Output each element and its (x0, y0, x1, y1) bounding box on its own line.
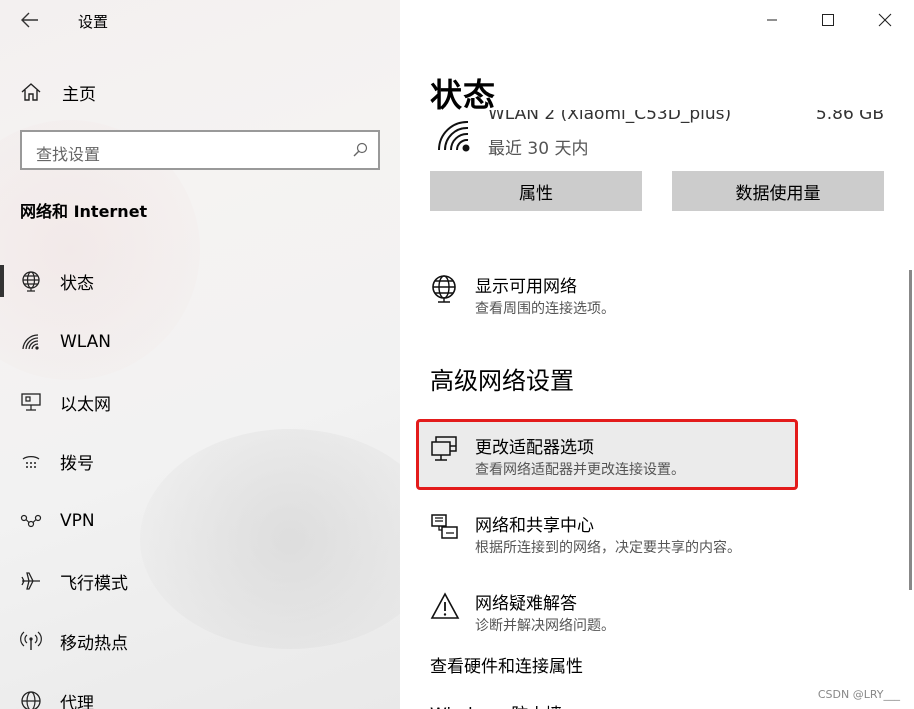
search-input[interactable]: 查找设置 (36, 141, 100, 165)
sidebar-item-label: WLAN (60, 332, 112, 352)
airplane-icon (20, 570, 42, 592)
globe-icon (20, 690, 42, 709)
sidebar-item-dialup[interactable]: 拨号 (0, 439, 400, 483)
show-available-networks[interactable]: 显示可用网络 查看周围的连接选项。 (430, 272, 890, 332)
network-status-row: WLAN 2 (Xiaomi_C53D_plus) 5.86 GB 最近 30 … (430, 110, 910, 164)
sidebar-item-label: VPN (60, 511, 95, 531)
data-usage-button[interactable]: 数据使用量 (672, 171, 884, 211)
network-sharing-center[interactable]: 网络和共享中心 根据所连接到的网络，决定要共享的内容。 (430, 511, 890, 571)
maximize-button[interactable] (813, 6, 843, 34)
sidebar-item-label: 状态 (60, 273, 94, 294)
sidebar-item-label: 代理 (60, 693, 94, 709)
adapter-options-desc: 查看网络适配器并更改连接设置。 (475, 462, 685, 478)
maximize-icon (822, 14, 834, 26)
change-adapter-options[interactable]: 更改适配器选项 查看网络适配器并更改连接设置。 (430, 433, 890, 493)
globe-icon (20, 270, 42, 292)
search-box[interactable]: 查找设置 (20, 130, 380, 170)
sharing-center-title: 网络和共享中心 (475, 516, 594, 536)
network-usage: 5.86 GB (815, 110, 884, 124)
sidebar-item-airplane-mode[interactable]: 飞行模式 (0, 559, 400, 603)
firewall-link[interactable]: Windows 防火墙 (430, 700, 562, 709)
hotspot-icon (20, 630, 42, 652)
home-label: 主页 (62, 84, 96, 105)
sharing-center-icon (430, 513, 460, 543)
vpn-icon (20, 510, 42, 532)
warning-icon (430, 591, 460, 621)
content-pane: 状态 WLAN 2 (Xiaomi_C53D_plus) 5.86 GB 最近 … (400, 0, 914, 709)
show-networks-title: 显示可用网络 (475, 277, 577, 297)
dialup-icon (20, 450, 42, 472)
back-arrow-icon (21, 12, 38, 28)
minimize-icon (767, 19, 777, 21)
home-link[interactable]: 主页 (20, 79, 96, 105)
sharing-center-desc: 根据所连接到的网络，决定要共享的内容。 (475, 540, 741, 556)
network-name: WLAN 2 (Xiaomi_C53D_plus) (488, 110, 732, 124)
hardware-properties-link[interactable]: 查看硬件和连接属性 (430, 652, 583, 677)
sidebar-item-wlan[interactable]: WLAN (0, 320, 400, 364)
adapter-icon (430, 435, 460, 465)
sidebar-item-status[interactable]: 状态 (0, 259, 400, 303)
sidebar-item-proxy[interactable]: 代理 (0, 679, 400, 709)
wifi-icon (20, 331, 42, 353)
show-networks-desc: 查看周围的连接选项。 (475, 301, 615, 317)
adapter-options-title: 更改适配器选项 (475, 438, 594, 458)
sidebar-item-vpn[interactable]: VPN (0, 499, 400, 543)
sidebar-item-label: 拨号 (60, 453, 94, 474)
sidebar-item-label: 移动热点 (60, 633, 128, 654)
app-title: 设置 (78, 13, 109, 31)
sidebar-item-ethernet[interactable]: 以太网 (0, 380, 400, 424)
minimize-button[interactable] (757, 6, 787, 34)
section-title: 网络和 Internet (20, 202, 148, 221)
network-globe-icon (430, 274, 460, 304)
usage-period: 最近 30 天内 (488, 139, 589, 159)
sidebar-pane: 设置 主页 查找设置 网络和 Internet 状态 WLAN 以太网 拨号 V… (0, 0, 400, 709)
sidebar-item-label: 飞行模式 (60, 573, 128, 594)
search-icon[interactable] (352, 142, 368, 158)
back-button[interactable] (14, 6, 46, 34)
scrollbar[interactable] (909, 270, 912, 590)
properties-button[interactable]: 属性 (430, 171, 642, 211)
sidebar-item-hotspot[interactable]: 移动热点 (0, 619, 400, 663)
close-icon (878, 13, 892, 27)
ethernet-icon (20, 391, 42, 413)
network-troubleshooter[interactable]: 网络疑难解答 诊断并解决网络问题。 (430, 589, 890, 649)
troubleshoot-desc: 诊断并解决网络问题。 (475, 618, 615, 634)
sidebar-item-label: 以太网 (60, 394, 111, 415)
watermark: CSDN @LRY___ (817, 688, 900, 701)
home-icon (21, 83, 41, 101)
advanced-settings-heading: 高级网络设置 (430, 367, 574, 395)
wifi-signal-icon (438, 120, 470, 152)
close-button[interactable] (870, 6, 900, 34)
troubleshoot-title: 网络疑难解答 (475, 594, 577, 614)
